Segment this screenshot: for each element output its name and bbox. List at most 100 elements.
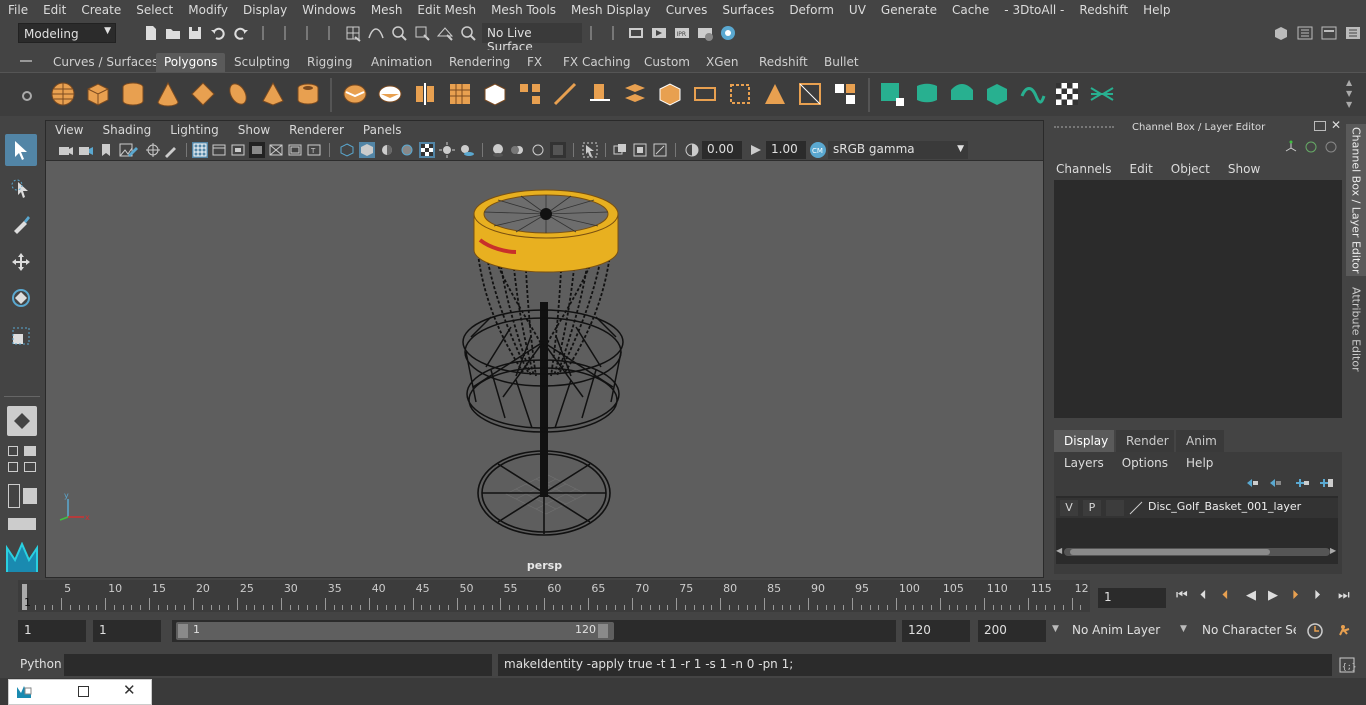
uv-spherical-icon[interactable]	[948, 80, 976, 108]
shelf-tab-rendering[interactable]: Rendering	[441, 53, 518, 72]
camera-attributes-icon[interactable]	[78, 142, 94, 158]
default-material-icon[interactable]	[379, 142, 395, 158]
select-tool[interactable]	[5, 134, 37, 166]
new-layer-icon[interactable]	[1294, 476, 1310, 490]
menu-mesh-display[interactable]: Mesh Display	[563, 3, 658, 17]
range-start-handle[interactable]	[178, 624, 188, 638]
bookmark-icon[interactable]	[98, 142, 114, 158]
layer-menu-layers[interactable]: Layers	[1054, 456, 1112, 470]
menu-deform[interactable]: Deform	[781, 3, 841, 17]
shelf-scroll-up-icon[interactable]: ▲	[1346, 77, 1356, 88]
shelf-tab-fx-caching[interactable]: FX Caching	[555, 53, 638, 72]
viewport-menu-lighting[interactable]: Lighting	[161, 123, 229, 137]
layout-options-icon[interactable]	[8, 518, 36, 530]
mode-dropdown[interactable]: Modeling ▼	[18, 23, 116, 43]
axis-toggle-icon[interactable]	[1284, 140, 1298, 154]
viewport-menu-renderer[interactable]: Renderer	[280, 123, 354, 137]
layout-toggle-icon[interactable]	[24, 446, 36, 456]
menu-help[interactable]: Help	[1135, 3, 1177, 17]
bridge-icon[interactable]	[621, 80, 649, 108]
layer-display-type-toggle[interactable]	[1106, 500, 1124, 516]
append-icon[interactable]	[691, 80, 719, 108]
step-back-frame-icon[interactable]: ⏴	[1222, 588, 1229, 603]
scrollbar-thumb[interactable]	[1070, 549, 1270, 555]
channel-box-menu-object[interactable]: Object	[1161, 162, 1218, 176]
viewport-menu-panels[interactable]: Panels	[354, 123, 412, 137]
character-set-dropdown[interactable]: No Character Set	[1196, 620, 1296, 642]
menu-mesh-tools[interactable]: Mesh Tools	[483, 3, 563, 17]
uv-planar-icon[interactable]	[878, 80, 906, 108]
shadows-icon[interactable]	[459, 142, 475, 158]
shelf-menu-icon[interactable]	[20, 60, 32, 62]
range-end-handle[interactable]	[598, 624, 608, 638]
use-all-lights-icon[interactable]	[439, 142, 455, 158]
menu-cache[interactable]: Cache	[944, 3, 996, 17]
layer-menu-help[interactable]: Help	[1176, 456, 1221, 470]
open-scene-icon[interactable]	[164, 24, 182, 42]
layer-color-swatch-icon[interactable]	[1128, 500, 1144, 516]
insert-loop-icon[interactable]	[726, 80, 754, 108]
outliner-layout-icon[interactable]	[8, 484, 20, 508]
shelf-tab-fx[interactable]: FX	[519, 53, 550, 72]
target-weld-icon[interactable]	[796, 80, 824, 108]
layer-tab-display[interactable]: Display	[1054, 430, 1114, 452]
anti-aliasing-icon[interactable]	[530, 142, 546, 158]
timeline-track[interactable]: 5 10 15 20 25 30 35 40 45 50 55 60 65 70 75 80 85 90 95 100…	[18, 580, 1090, 612]
smooth-shade-icon[interactable]	[359, 142, 375, 158]
viewport-panel[interactable]: View Shading Lighting Show Renderer Panels T	[45, 120, 1044, 578]
combine-icon[interactable]	[341, 80, 369, 108]
xray-active-icon[interactable]	[632, 142, 648, 158]
redo-icon[interactable]	[232, 24, 250, 42]
command-input[interactable]	[64, 654, 492, 676]
step-forward-key-icon[interactable]: ⏵	[1314, 588, 1321, 603]
ipr-render-icon[interactable]: IPR	[673, 24, 691, 42]
single-pane-layout-icon[interactable]	[8, 446, 18, 456]
chevron-down-icon[interactable]: ▼	[1180, 624, 1187, 634]
poly-pyramid-icon[interactable]	[259, 80, 287, 108]
play-backwards-icon[interactable]: ◀	[1246, 588, 1256, 603]
gamma-field[interactable]: 1.00	[766, 141, 806, 159]
tool-settings-icon[interactable]	[1320, 24, 1338, 42]
menu-surfaces[interactable]: Surfaces	[714, 3, 781, 17]
uv-unfold-icon[interactable]	[1018, 80, 1046, 108]
rotate-tool[interactable]	[5, 282, 37, 314]
wireframe-on-shaded-icon[interactable]	[399, 142, 415, 158]
render-settings-icon[interactable]	[696, 24, 714, 42]
layer-list-scrollbar[interactable]	[1064, 548, 1330, 556]
modeling-toolkit-icon[interactable]	[1272, 24, 1290, 42]
shelf-tab-sculpting[interactable]: Sculpting	[226, 53, 298, 72]
snap-point-icon[interactable]	[390, 24, 408, 42]
range-track[interactable]: 1 120	[172, 620, 896, 642]
close-icon[interactable]: ✕	[1331, 118, 1341, 132]
channel-box-area[interactable]	[1054, 180, 1342, 418]
snap-grid-icon[interactable]	[344, 24, 362, 42]
poly-torus-icon[interactable]	[224, 80, 252, 108]
layer-name[interactable]: Disc_Golf_Basket_001_layer	[1148, 500, 1301, 513]
undo-icon[interactable]	[209, 24, 227, 42]
move-tool[interactable]	[5, 246, 37, 278]
uv-checker-icon[interactable]	[1053, 80, 1081, 108]
shelf-tab-redshift[interactable]: Redshift	[751, 53, 816, 72]
step-back-key-icon[interactable]: ⏴	[1200, 588, 1207, 603]
animation-preferences-icon[interactable]	[1336, 622, 1354, 640]
mirror-icon[interactable]	[411, 80, 439, 108]
grid-icon[interactable]	[192, 142, 208, 158]
layer-playback-toggle[interactable]: P	[1083, 500, 1101, 516]
live-surface-field[interactable]: No Live Surface	[482, 23, 582, 54]
extrude-icon[interactable]	[586, 80, 614, 108]
camera-icon[interactable]	[58, 142, 74, 158]
layer-tab-render[interactable]: Render	[1116, 430, 1174, 452]
motion-blur-icon[interactable]	[510, 142, 526, 158]
smooth-icon[interactable]	[446, 80, 474, 108]
end-time-field[interactable]: 200	[978, 620, 1046, 642]
shelf-tab-bullet[interactable]: Bullet	[816, 53, 867, 72]
playback-start-field[interactable]: 1	[93, 620, 161, 642]
remesh-icon[interactable]	[516, 80, 544, 108]
panel-grip[interactable]	[1054, 126, 1114, 128]
channel-settings-icon[interactable]	[1324, 140, 1338, 154]
four-pane-layout-icon[interactable]	[8, 462, 18, 472]
sculpt-icon[interactable]	[551, 80, 579, 108]
exposure-field[interactable]: 0.00	[702, 141, 742, 159]
layer-visibility-toggle[interactable]: V	[1060, 500, 1078, 516]
lasso-tool[interactable]	[5, 172, 37, 204]
